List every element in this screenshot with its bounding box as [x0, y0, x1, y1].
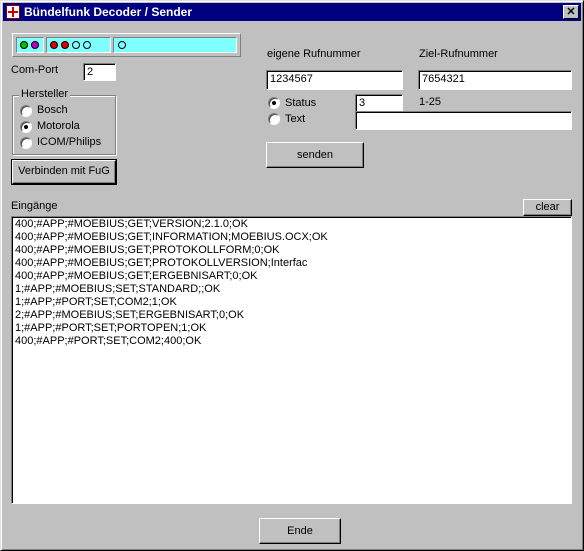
title-bar: Bündelfunk Decoder / Sender ✕	[3, 3, 581, 21]
close-button[interactable]: ✕	[563, 5, 579, 19]
radio-bosch-label[interactable]: Bosch	[37, 104, 68, 116]
comport-label: Com-Port	[11, 64, 59, 76]
comport-value: 2	[87, 66, 94, 78]
log-line: 400;#APP;#MOEBIUS;GET;PROTOKOLLFORM;0;OK	[15, 244, 280, 256]
log-line: 1;#APP;#PORT;SET;COM2;1;OK	[15, 296, 177, 308]
radio-bosch[interactable]	[20, 105, 32, 117]
log-line: 1;#APP;#MOEBIUS;SET;STANDARD;;OK	[15, 283, 221, 295]
own-number-label: eigene Rufnummer	[267, 48, 361, 60]
led-red-1	[50, 41, 58, 49]
radio-motorola[interactable]	[20, 121, 32, 133]
log-line: 400;#APP;#MOEBIUS;GET;ERGEBNISART;0;OK	[15, 270, 258, 282]
led-empty-2	[83, 41, 91, 49]
end-button[interactable]: Ende	[259, 518, 341, 544]
send-button[interactable]: senden	[266, 142, 364, 168]
hersteller-title: Hersteller	[19, 88, 71, 100]
log-line: 2;#APP;#MOEBIUS;SET;ERGEBNISART;0;OK	[15, 309, 245, 321]
own-number-value: 1234567	[270, 73, 313, 85]
log-line: 400;#APP;#MOEBIUS;GET;INFORMATION;MOEBIU…	[15, 231, 328, 243]
target-number-field[interactable]: 7654321	[418, 70, 572, 90]
status-cell-2	[46, 37, 111, 53]
log-line: 400;#APP;#MOEBIUS;GET;PROTOKOLLVERSION;I…	[15, 257, 308, 269]
radio-status[interactable]	[268, 97, 280, 109]
log-line: 400;#APP;#PORT;SET;COM2;400;OK	[15, 335, 202, 347]
app-icon	[6, 5, 20, 19]
text-message-field[interactable]	[355, 111, 572, 130]
target-number-label: Ziel-Rufnummer	[419, 48, 498, 60]
led-red-2	[61, 41, 69, 49]
status-indicator-strip	[12, 33, 241, 57]
radio-motorola-label[interactable]: Motorola	[37, 120, 80, 132]
led-green	[20, 41, 28, 49]
status-cell-3	[113, 37, 237, 53]
radio-text[interactable]	[268, 113, 280, 125]
incoming-label: Eingänge	[11, 200, 58, 212]
led-empty-3	[118, 41, 126, 49]
log-line: 400;#APP;#MOEBIUS;GET;VERSION;2.1.0;OK	[15, 218, 248, 230]
radio-status-label[interactable]: Status	[285, 97, 316, 109]
led-empty-1	[72, 41, 80, 49]
window-title: Bündelfunk Decoder / Sender	[24, 5, 193, 19]
own-number-field[interactable]: 1234567	[266, 70, 403, 90]
radio-text-label[interactable]: Text	[285, 113, 305, 125]
clear-button[interactable]: clear	[523, 199, 572, 216]
radio-icom-philips-label[interactable]: ICOM/Philips	[37, 136, 101, 148]
main-window: Bündelfunk Decoder / Sender ✕ Com-Port 2…	[0, 0, 584, 551]
connect-button[interactable]: Verbinden mit FuG	[11, 159, 117, 185]
comport-field[interactable]: 2	[83, 63, 116, 81]
log-line: 1;#APP;#PORT;SET;PORTOPEN;1;OK	[15, 322, 207, 334]
status-value: 3	[359, 97, 366, 109]
incoming-log[interactable]: 400;#APP;#MOEBIUS;GET;VERSION;2.1.0;OK 4…	[11, 216, 572, 504]
status-value-field[interactable]: 3	[355, 94, 403, 112]
target-number-value: 7654321	[422, 73, 465, 85]
status-range-hint: 1-25	[419, 96, 442, 108]
led-magenta	[31, 41, 39, 49]
radio-icom-philips[interactable]	[20, 137, 32, 149]
status-cell-1	[16, 37, 44, 53]
